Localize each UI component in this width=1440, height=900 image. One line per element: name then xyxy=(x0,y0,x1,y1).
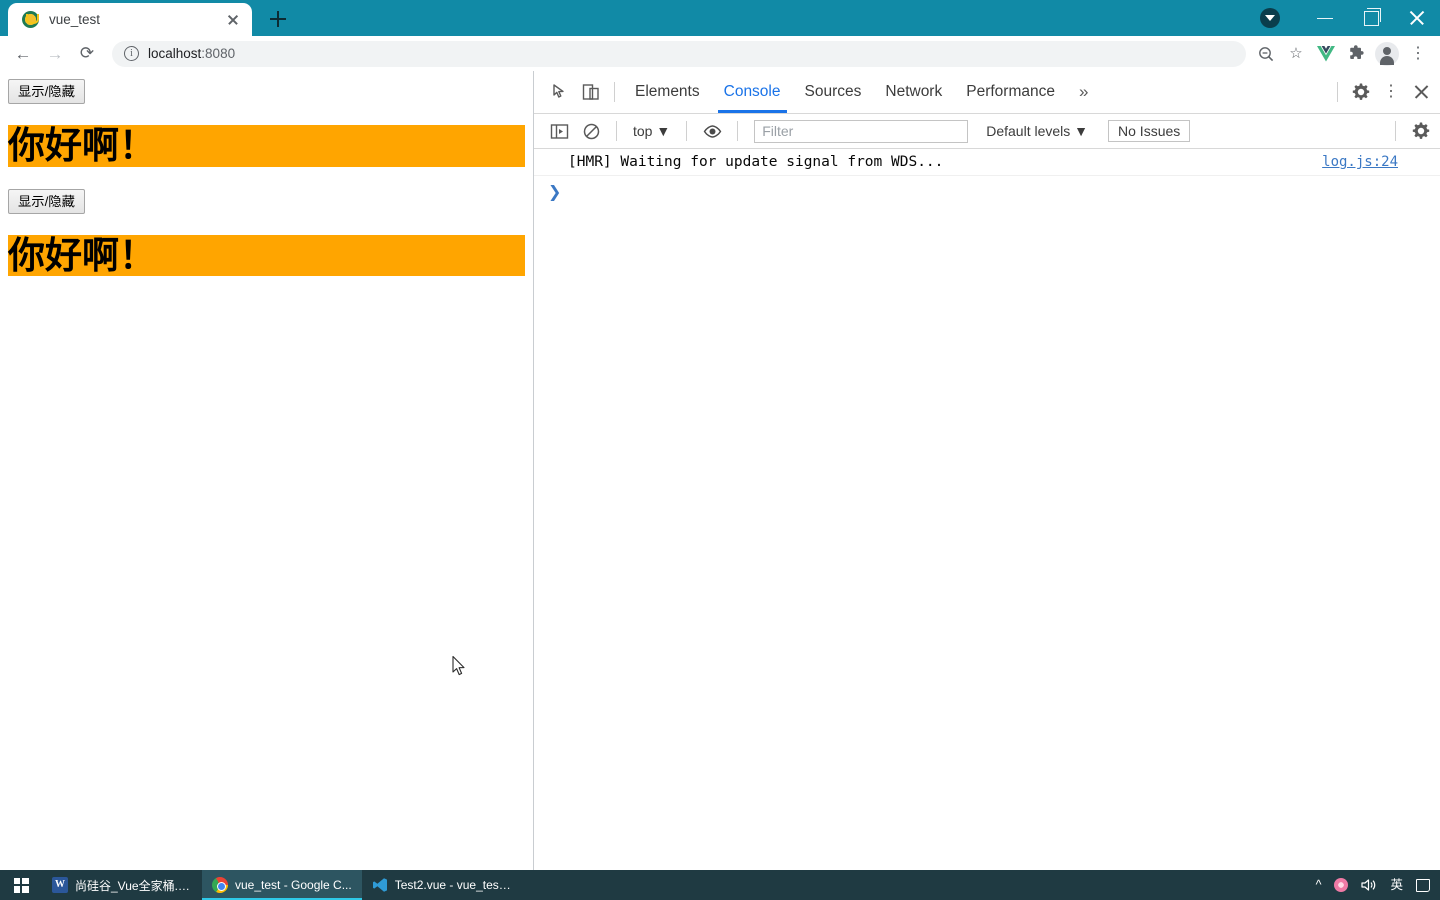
browser-tab-vue_test[interactable]: vue_test xyxy=(8,3,252,36)
chrome-menu-icon[interactable]: ⋮ xyxy=(1404,40,1432,68)
devtools-close-icon[interactable] xyxy=(1406,77,1436,107)
system-tray: ^ 英 xyxy=(1316,870,1440,900)
extensions-puzzle-icon[interactable] xyxy=(1342,40,1370,68)
action-center-icon[interactable] xyxy=(1416,878,1430,892)
minimize-button[interactable] xyxy=(1302,0,1348,36)
log-levels-selector[interactable]: Default levels ▼ xyxy=(978,121,1096,141)
forward-button[interactable]: → xyxy=(40,39,70,69)
tab-console[interactable]: Console xyxy=(712,72,793,113)
new-tab-button[interactable] xyxy=(263,4,293,34)
devtools-tabbar: Elements Console Sources Network Perform… xyxy=(534,71,1440,114)
reload-button[interactable]: ⟳ xyxy=(72,39,102,69)
divider xyxy=(614,82,615,102)
taskbar-item-vscode[interactable]: Test2.vue - vue_test... xyxy=(362,870,522,900)
inspect-element-icon[interactable] xyxy=(546,77,576,107)
window-close-button[interactable] xyxy=(1394,0,1440,36)
taskbar-item-word[interactable]: W 尚硅谷_Vue全家桶.d... xyxy=(42,870,202,900)
devtools-panel: Elements Console Sources Network Perform… xyxy=(534,71,1440,870)
chrome-icon xyxy=(212,877,228,893)
divider xyxy=(686,121,688,141)
taskbar-item-label: 尚硅谷_Vue全家桶.d... xyxy=(75,878,192,893)
console-settings-gear-icon[interactable] xyxy=(1406,116,1436,146)
windows-logo-icon xyxy=(13,877,29,893)
chevron-down-icon: ▼ xyxy=(1074,123,1089,139)
vue-u-favicon xyxy=(22,11,39,28)
divider xyxy=(1337,82,1338,102)
taskbar-item-label: Test2.vue - vue_test... xyxy=(394,878,512,892)
site-info-icon[interactable]: i xyxy=(124,46,139,61)
devtools-settings-gear-icon[interactable] xyxy=(1346,77,1376,107)
console-sidebar-icon[interactable] xyxy=(544,116,574,146)
viewport: 显示/隐藏 你好啊！ 显示/隐藏 你好啊！ Elements Console S… xyxy=(0,71,1440,870)
address-bar[interactable]: i localhost:8080 xyxy=(112,40,1246,67)
console-filter-input[interactable]: Filter xyxy=(754,119,969,143)
tab-elements[interactable]: Elements xyxy=(623,72,712,113)
divider xyxy=(737,121,739,141)
download-indicator-icon[interactable] xyxy=(1260,8,1280,28)
toggle-button-2[interactable]: 显示/隐藏 xyxy=(8,188,85,214)
sogou-ime-icon[interactable] xyxy=(1334,878,1349,892)
tab-close-icon[interactable] xyxy=(222,9,244,31)
taskbar-item-label: vue_test - Google C... xyxy=(235,878,352,892)
start-button[interactable] xyxy=(0,870,42,900)
vue-logo-icon[interactable] xyxy=(1312,40,1340,68)
console-message-source-link[interactable]: log.js:24 xyxy=(1322,154,1430,170)
url-port: :8080 xyxy=(201,46,236,61)
ime-language-label[interactable]: 英 xyxy=(1390,879,1403,892)
context-value: top xyxy=(633,123,653,139)
tab-title: vue_test xyxy=(49,12,101,27)
divider xyxy=(616,121,617,141)
browser-window: vue_test ← → ⟳ i localhost:8080 ☆ ⋮ 显示/隐… xyxy=(0,0,1440,870)
toggle-button-1[interactable]: 显示/隐藏 xyxy=(8,79,85,105)
eye-icon[interactable] xyxy=(697,116,727,146)
maximize-button[interactable] xyxy=(1348,0,1394,36)
prompt-caret-icon: ❯ xyxy=(548,182,562,201)
greeting-banner-1: 你好啊！ xyxy=(8,125,525,167)
execution-context-selector[interactable]: top ▼ xyxy=(627,121,676,141)
volume-icon[interactable] xyxy=(1361,878,1377,892)
console-filter-bar: top ▼ Filter Default levels ▼ No Issues xyxy=(534,114,1440,149)
windows-taskbar: W 尚硅谷_Vue全家桶.d... vue_test - Google C...… xyxy=(0,870,1440,900)
reload-icon: ⟳ xyxy=(79,43,95,63)
profile-avatar-icon[interactable] xyxy=(1375,41,1399,66)
clear-console-icon[interactable] xyxy=(576,116,606,146)
mouse-pointer-icon xyxy=(452,656,465,676)
console-message-row[interactable]: [HMR] Waiting for update signal from WDS… xyxy=(534,149,1440,176)
tab-performance[interactable]: Performance xyxy=(954,72,1067,113)
tab-strip: vue_test xyxy=(0,0,1440,36)
bookmark-star-icon[interactable]: ☆ xyxy=(1282,40,1310,68)
back-button[interactable]: ← xyxy=(8,39,38,69)
console-prompt[interactable]: ❯ xyxy=(534,176,1440,207)
forward-icon: → xyxy=(46,44,64,63)
device-toolbar-icon[interactable] xyxy=(576,77,606,107)
zoom-icon[interactable] xyxy=(1252,40,1280,68)
tab-network[interactable]: Network xyxy=(873,72,954,113)
vscode-icon xyxy=(372,877,388,893)
console-output[interactable]: [HMR] Waiting for update signal from WDS… xyxy=(534,149,1440,870)
tray-chevron-up-icon[interactable]: ^ xyxy=(1316,879,1322,892)
levels-value: Default levels xyxy=(986,123,1071,139)
browser-toolbar: ← → ⟳ i localhost:8080 ☆ ⋮ xyxy=(0,36,1440,71)
url-host: localhost xyxy=(148,46,202,61)
url-text: localhost:8080 xyxy=(148,46,235,61)
issues-button[interactable]: No Issues xyxy=(1108,120,1191,142)
back-icon: ← xyxy=(14,44,32,63)
page-content: 显示/隐藏 你好啊！ 显示/隐藏 你好啊！ xyxy=(0,71,534,870)
devtools-more-icon[interactable]: ⋮ xyxy=(1376,77,1406,107)
window-controls xyxy=(1260,0,1440,36)
taskbar-item-chrome[interactable]: vue_test - Google C... xyxy=(202,870,362,900)
tabs-overflow-icon[interactable]: » xyxy=(1067,82,1100,102)
greeting-banner-2: 你好啊！ xyxy=(8,235,525,276)
divider xyxy=(1395,121,1396,141)
chevron-down-icon: ▼ xyxy=(656,123,671,139)
tab-sources[interactable]: Sources xyxy=(793,72,874,113)
console-message-text: [HMR] Waiting for update signal from WDS… xyxy=(568,154,944,170)
word-icon: W xyxy=(52,877,68,893)
